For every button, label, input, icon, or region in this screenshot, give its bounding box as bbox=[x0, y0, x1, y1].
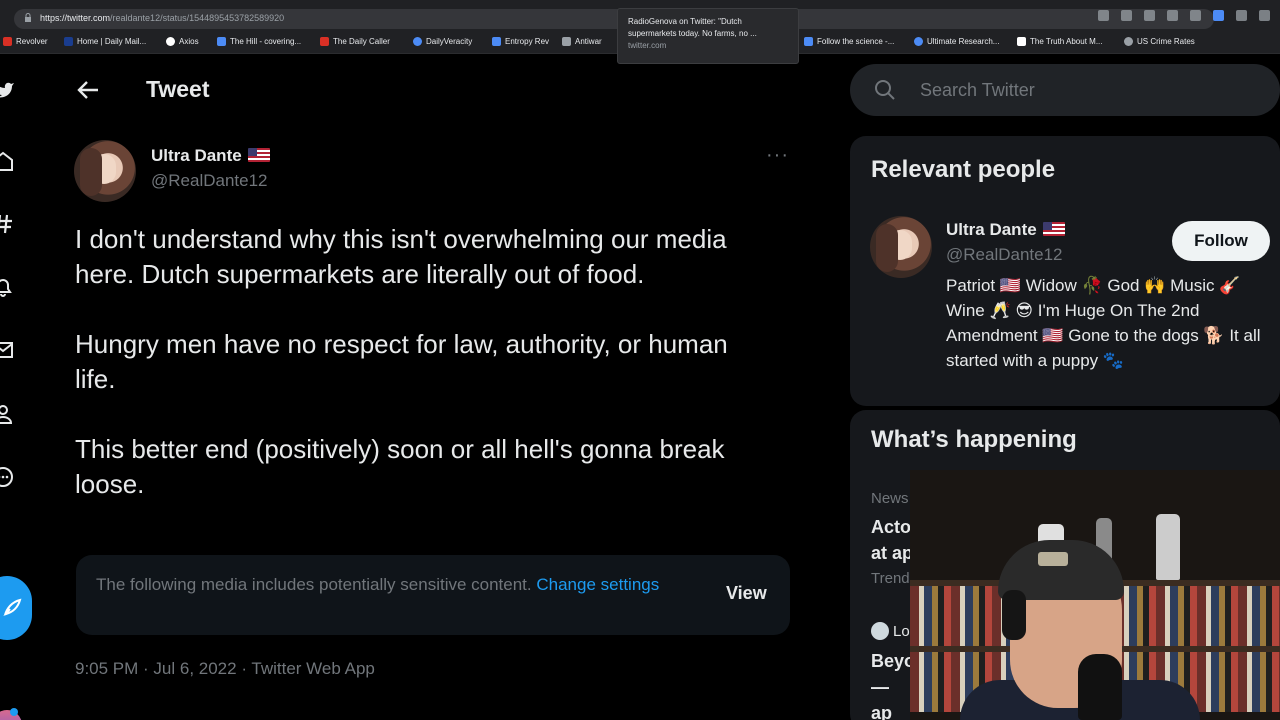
bookmark-item[interactable]: The Truth About M... bbox=[1017, 37, 1102, 46]
view-media-button[interactable]: View bbox=[726, 583, 767, 604]
tooltip-title: RadioGenova on Twitter: "Dutch supermark… bbox=[628, 17, 757, 38]
media-warning-text: The following media includes potentially… bbox=[96, 575, 660, 594]
bookmark-item[interactable]: Axios bbox=[166, 37, 199, 46]
puzzle-icon[interactable] bbox=[1236, 10, 1247, 21]
relevant-people-panel: Relevant people Ultra Dante @RealDante12… bbox=[850, 136, 1280, 406]
search-input[interactable] bbox=[920, 78, 1240, 102]
follow-button[interactable]: Follow bbox=[1172, 221, 1270, 261]
bookmark-favicon-icon bbox=[217, 37, 226, 46]
twitter-bird-icon[interactable] bbox=[0, 78, 14, 100]
change-settings-link[interactable]: Change settings bbox=[536, 575, 659, 594]
more-circle-icon[interactable] bbox=[0, 466, 14, 488]
source-avatar-icon bbox=[871, 622, 889, 640]
bookmark-favicon-icon bbox=[1124, 37, 1133, 46]
us-flag-icon bbox=[1042, 222, 1065, 236]
bookmark-favicon-icon bbox=[64, 37, 73, 46]
explore-hashtag-icon[interactable] bbox=[0, 213, 14, 235]
link-tooltip: RadioGenova on Twitter: "Dutch supermark… bbox=[617, 8, 799, 64]
bottle-image bbox=[1156, 514, 1180, 580]
us-flag-icon bbox=[247, 148, 270, 162]
trend-subtitle: Trend bbox=[871, 570, 910, 587]
search-box[interactable] bbox=[850, 64, 1280, 116]
bookmark-item[interactable]: Revolver bbox=[3, 37, 48, 46]
bookmark-favicon-icon bbox=[3, 37, 12, 46]
trend-category: News bbox=[871, 490, 909, 507]
relevant-person-name[interactable]: Ultra Dante bbox=[946, 220, 1065, 240]
headphone-image bbox=[1002, 590, 1026, 640]
menu-icon[interactable] bbox=[1259, 10, 1270, 21]
bookmark-item[interactable]: Ultimate Research... bbox=[914, 37, 999, 46]
bookmark-favicon-icon bbox=[914, 37, 923, 46]
screen: https://twitter.com/realdante12/status/1… bbox=[0, 0, 1280, 720]
more-options-icon[interactable]: ··· bbox=[766, 144, 789, 167]
messages-envelope-icon[interactable] bbox=[0, 339, 14, 361]
relevant-person-avatar[interactable] bbox=[870, 216, 932, 278]
bookmark-item[interactable]: Follow the science -... bbox=[804, 37, 894, 46]
tweet-text: I don't understand why this isn't overwh… bbox=[75, 224, 728, 499]
left-nav bbox=[0, 56, 40, 720]
home-icon[interactable] bbox=[0, 150, 14, 172]
bookmark-favicon-icon bbox=[1017, 37, 1026, 46]
bookmark-item[interactable]: Home | Daily Mail... bbox=[64, 37, 146, 46]
bookmark-item[interactable]: US Crime Rates bbox=[1124, 37, 1195, 46]
tooltip-url: twitter.com bbox=[628, 41, 667, 50]
relevant-person-handle[interactable]: @RealDante12 bbox=[946, 245, 1063, 265]
trend-source: Lo bbox=[871, 622, 910, 640]
bookmark-favicon-icon bbox=[320, 37, 329, 46]
browser-extension-icons bbox=[1098, 10, 1270, 21]
relevant-person-bio: Patriot 🇺🇸 Widow 🥀 God 🙌 Music 🎸 Wine 🥂 … bbox=[946, 276, 1261, 370]
microphone-image bbox=[1078, 654, 1122, 720]
relevant-people-title: Relevant people bbox=[871, 156, 1056, 183]
zoom-icon[interactable] bbox=[1098, 10, 1109, 21]
notifications-bell-icon[interactable] bbox=[0, 276, 14, 298]
bookmark-item[interactable]: The Daily Caller bbox=[320, 37, 390, 46]
bookmark-favicon-icon bbox=[492, 37, 501, 46]
bookmark-favicon-icon bbox=[413, 37, 422, 46]
bookmark-favicon-icon bbox=[804, 37, 813, 46]
main-column: Tweet Ultra Dante @RealDante12 ··· I don… bbox=[40, 56, 830, 720]
search-page-icon[interactable] bbox=[1121, 10, 1132, 21]
feather-icon bbox=[3, 598, 22, 616]
page-title: Tweet bbox=[146, 76, 210, 102]
bookmark-item[interactable]: Entropy Rev bbox=[492, 37, 549, 46]
bookmark-item[interactable]: The Hill - covering... bbox=[217, 37, 301, 46]
pen-extension-icon[interactable] bbox=[1213, 10, 1224, 21]
compose-tweet-button[interactable] bbox=[0, 576, 32, 640]
share-icon[interactable] bbox=[1144, 10, 1155, 21]
back-arrow-icon[interactable] bbox=[76, 79, 100, 101]
extension-icon[interactable] bbox=[1190, 10, 1201, 21]
bookmark-item[interactable]: Antiwar bbox=[562, 37, 602, 46]
webcam-overlay bbox=[910, 470, 1280, 720]
lock-icon bbox=[25, 13, 31, 22]
account-avatar[interactable] bbox=[0, 708, 22, 720]
whats-happening-title: What’s happening bbox=[871, 426, 1077, 453]
url-text[interactable]: https://twitter.com/realdante12/status/1… bbox=[40, 13, 284, 23]
tweet-timestamp[interactable]: 9:05 PM · Jul 6, 2022 · Twitter Web App bbox=[75, 659, 375, 679]
search-icon bbox=[875, 80, 895, 100]
bookmark-star-icon[interactable] bbox=[1167, 10, 1178, 21]
bookmark-favicon-icon bbox=[166, 37, 175, 46]
profile-person-icon[interactable] bbox=[0, 403, 14, 425]
bookmark-favicon-icon bbox=[562, 37, 571, 46]
author-handle[interactable]: @RealDante12 bbox=[151, 171, 268, 191]
bookmark-item[interactable]: DailyVeracity bbox=[413, 37, 472, 46]
sensitive-media-warning: The following media includes potentially… bbox=[76, 555, 790, 635]
author-display-name[interactable]: Ultra Dante bbox=[151, 146, 270, 166]
author-avatar[interactable] bbox=[74, 140, 136, 202]
trend-title[interactable]: Beyo — ap bbox=[871, 648, 911, 720]
